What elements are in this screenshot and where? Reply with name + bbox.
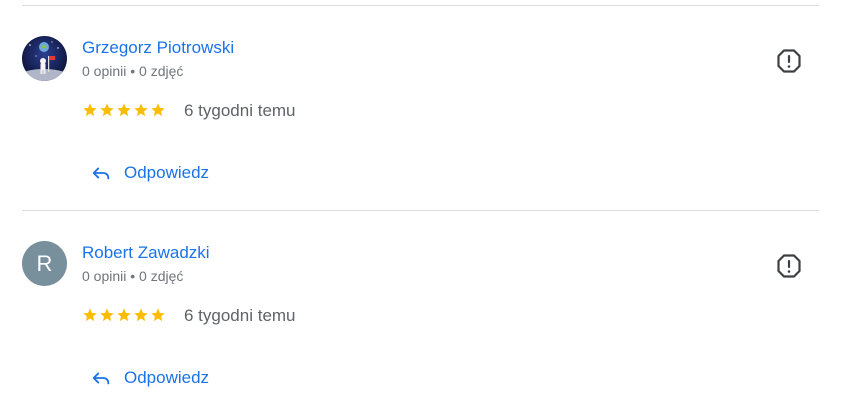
avatar[interactable]: R bbox=[22, 241, 67, 286]
reply-button[interactable]: Odpowiedz bbox=[90, 363, 209, 393]
reply-arrow-icon bbox=[92, 167, 110, 180]
reviewer-meta: 0 opinii • 0 zdjęć bbox=[82, 268, 184, 284]
star-icon bbox=[134, 308, 148, 322]
reply-label: Odpowiedz bbox=[124, 368, 210, 387]
star-icon bbox=[117, 308, 131, 322]
reviewer-name[interactable]: Robert Zawadzki bbox=[82, 243, 210, 263]
star-icon bbox=[134, 103, 148, 117]
reply-arrow-icon bbox=[92, 372, 110, 385]
astronaut-avatar-image bbox=[22, 36, 67, 81]
report-review-button[interactable] bbox=[774, 251, 804, 281]
avatar-letter: R bbox=[36, 251, 53, 276]
review-card: Grzegorz Piotrowski 0 opinii • 0 zdjęć 6… bbox=[0, 0, 846, 205]
reply-label: Odpowiedz bbox=[124, 163, 210, 182]
report-review-button[interactable] bbox=[774, 46, 804, 76]
star-icon bbox=[117, 103, 131, 117]
reviewer-meta: 0 opinii • 0 zdjęć bbox=[82, 63, 184, 79]
reviewer-name[interactable]: Grzegorz Piotrowski bbox=[82, 38, 234, 58]
star-icon bbox=[100, 103, 114, 117]
star-icon bbox=[151, 103, 165, 117]
star-icon bbox=[100, 308, 114, 322]
report-flag-icon bbox=[777, 254, 801, 278]
avatar[interactable] bbox=[22, 36, 67, 81]
report-flag-icon bbox=[777, 49, 801, 73]
star-icon bbox=[151, 308, 165, 322]
star-rating bbox=[82, 305, 166, 325]
star-icon bbox=[83, 308, 97, 322]
star-icon bbox=[83, 103, 97, 117]
review-date: 6 tygodni temu bbox=[184, 306, 296, 325]
reviews-list: Grzegorz Piotrowski 0 opinii • 0 zdjęć 6… bbox=[0, 0, 846, 401]
star-rating bbox=[82, 100, 166, 120]
review-date: 6 tygodni temu bbox=[184, 101, 296, 120]
reply-button[interactable]: Odpowiedz bbox=[90, 158, 209, 188]
review-card: R Robert Zawadzki 0 opinii • 0 zdjęć 6 t… bbox=[0, 205, 846, 401]
